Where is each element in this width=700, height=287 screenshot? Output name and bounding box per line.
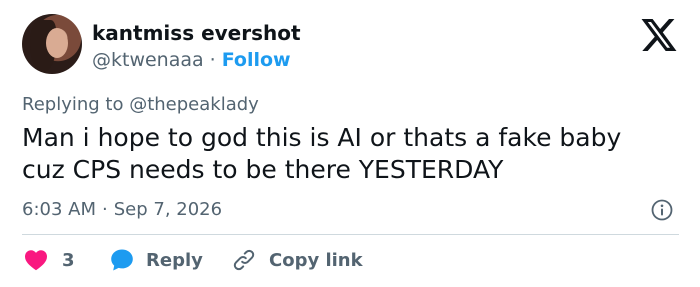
like-button[interactable]: 3	[24, 246, 75, 274]
copy-link-button[interactable]: Copy link	[231, 246, 363, 274]
avatar-face	[46, 28, 68, 58]
info-icon[interactable]	[651, 199, 673, 221]
replying-to: Replying to @thepeaklady	[22, 94, 259, 116]
author-handle[interactable]: @ktwenaaa	[92, 49, 204, 71]
like-count: 3	[62, 249, 75, 271]
tweet-text: Man i hope to god this is AI or thats a …	[22, 122, 662, 186]
tweet-card: kantmiss evershot @ktwenaaa · Follow Reply…	[0, 0, 700, 287]
tweet-date: Sep 7, 2026	[113, 199, 223, 220]
author-handle-line: @ktwenaaa · Follow	[92, 48, 291, 72]
x-logo-icon[interactable]	[641, 19, 677, 51]
follow-button[interactable]: Follow	[222, 49, 291, 71]
tweet-timestamp[interactable]: 6:03 AM · Sep 7, 2026	[22, 199, 222, 221]
replying-to-prefix: Replying to	[22, 94, 124, 115]
link-icon	[233, 249, 255, 271]
avatar[interactable]	[22, 14, 82, 74]
divider	[22, 234, 679, 235]
tweet-text-line-2: cuz CPS needs to be there YESTERDAY	[22, 155, 504, 184]
heart-icon	[25, 250, 47, 271]
timestamp-separator: ·	[102, 199, 108, 220]
copy-link-label: Copy link	[269, 249, 363, 271]
handle-separator: ·	[209, 49, 216, 71]
author-display-name[interactable]: kantmiss evershot	[92, 21, 301, 45]
speech-bubble-icon	[111, 249, 133, 271]
reply-label: Reply	[146, 249, 203, 271]
tweet-text-line-1: Man i hope to god this is AI or thats a …	[22, 123, 622, 152]
replying-to-mention[interactable]: @thepeaklady	[129, 94, 259, 115]
tweet-time: 6:03 AM	[22, 199, 96, 220]
reply-button[interactable]: Reply	[110, 246, 203, 274]
